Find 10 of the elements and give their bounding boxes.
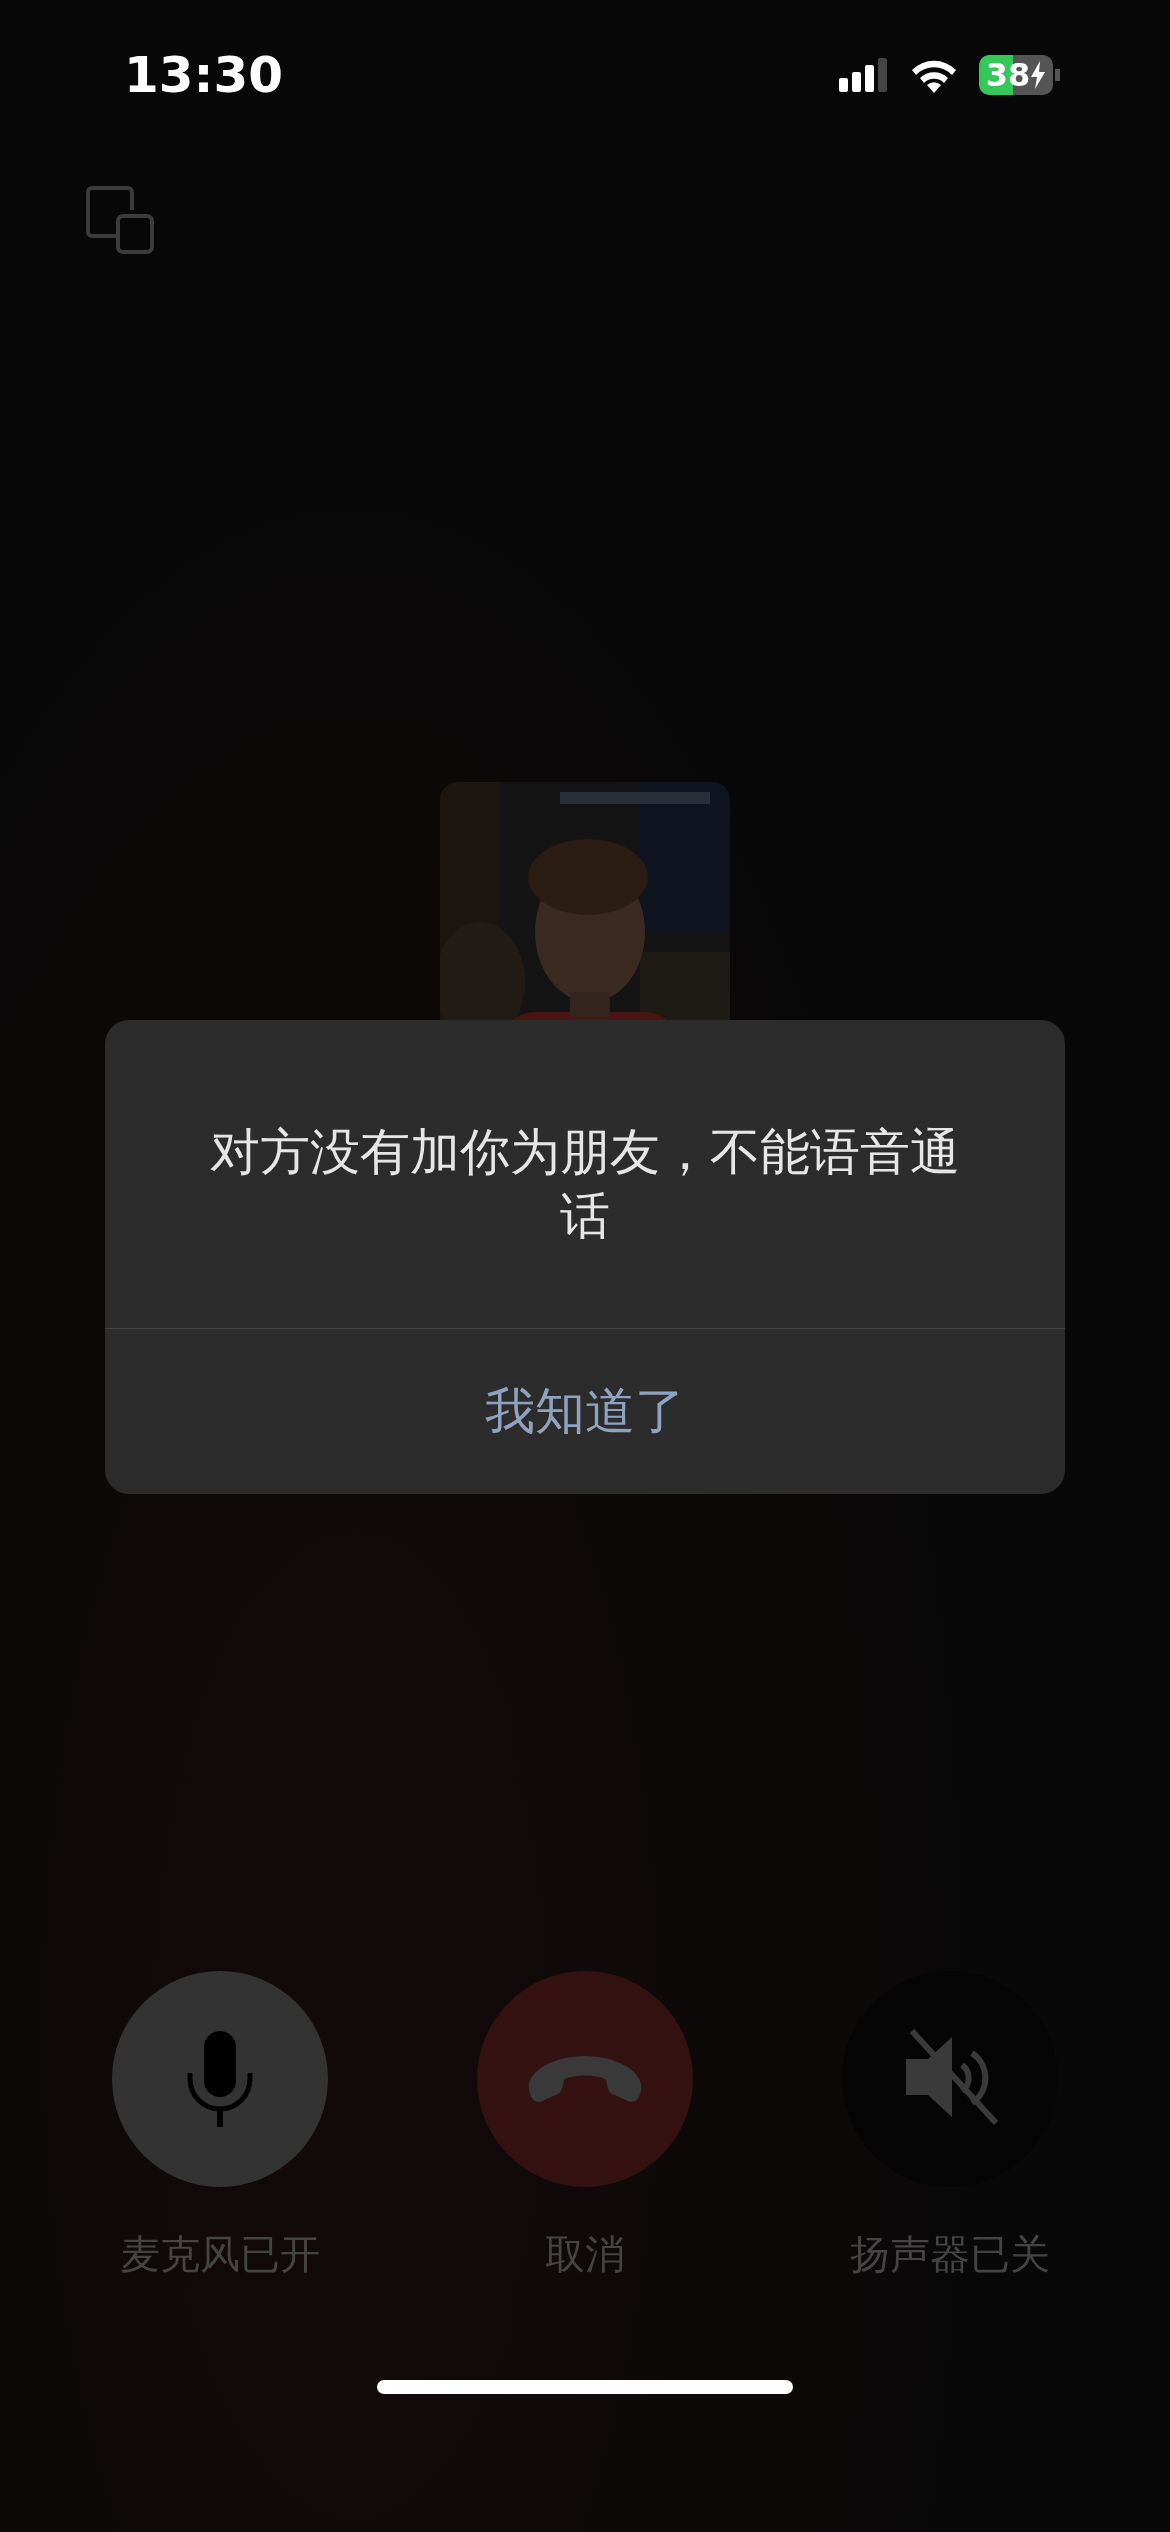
control-label: 扬声器已关 <box>850 2230 1050 2279</box>
phone-hang-up-icon <box>526 2054 644 2104</box>
control-label: 取消 <box>545 2230 625 2279</box>
floating-window-icon[interactable] <box>84 184 156 256</box>
microphone-icon <box>185 2031 255 2127</box>
alert-button[interactable]: 我知道了 <box>105 1328 1065 1494</box>
status-time: 13:30 <box>124 46 284 104</box>
signal-icon <box>839 58 889 92</box>
control-label: 麦克风已开 <box>120 2230 320 2279</box>
alert-message: 对方没有加你为朋友，不能语音通话 <box>209 1122 961 1247</box>
